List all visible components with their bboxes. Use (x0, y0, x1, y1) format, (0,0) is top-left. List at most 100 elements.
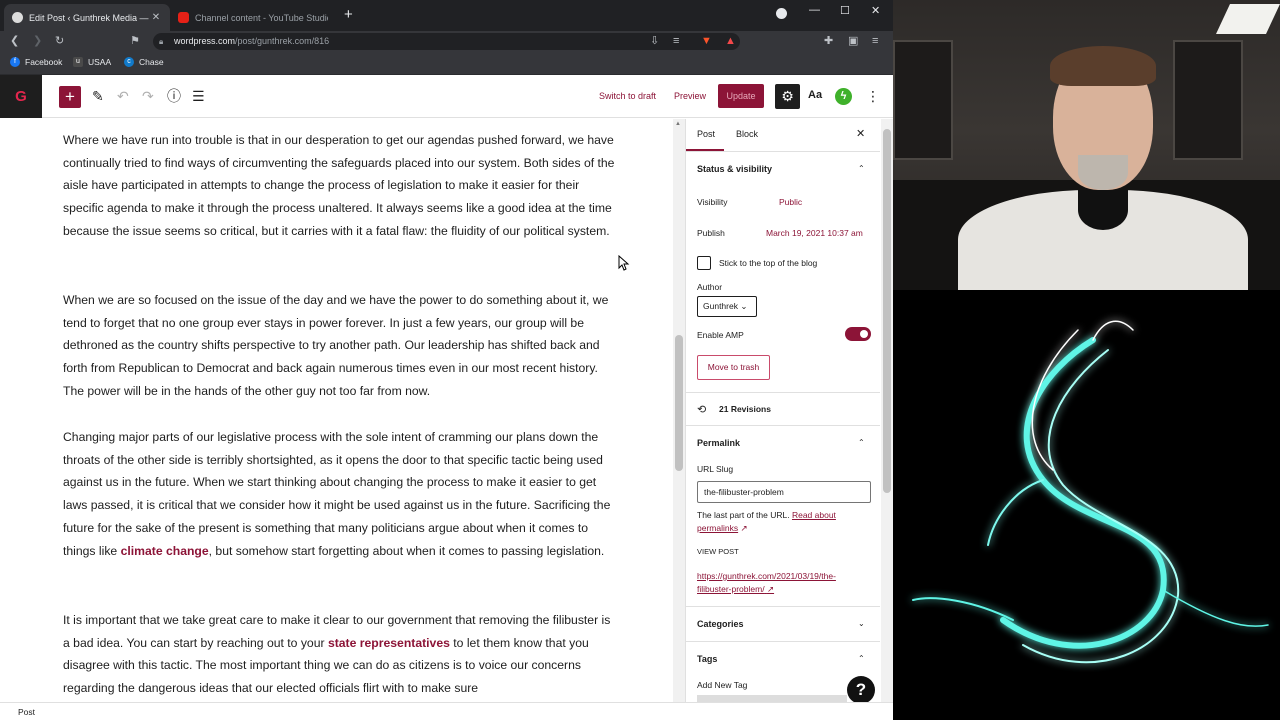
bookmark-chase[interactable]: c Chase (124, 57, 164, 67)
view-post-link[interactable]: https://gunthrek.com/2021/03/19/the-fili… (697, 570, 867, 596)
info-icon[interactable]: ⓘ (167, 87, 181, 105)
add-tag-input[interactable] (697, 695, 847, 702)
chevron-up-icon[interactable]: ⌃ (858, 654, 865, 663)
scrollbar-thumb[interactable] (883, 129, 891, 493)
visibility-value[interactable]: Public (779, 197, 802, 207)
tab-bar: Edit Post ‹ Gunthrek Media — W ✕ Channel… (0, 0, 893, 31)
categories-heading[interactable]: Categories (697, 619, 744, 629)
switch-to-draft-button[interactable]: Switch to draft (599, 91, 656, 101)
bookmark-usaa[interactable]: u USAA (73, 57, 111, 67)
permalink-heading[interactable]: Permalink (697, 438, 740, 448)
preview-button[interactable]: Preview (674, 91, 706, 101)
profile-icon[interactable] (776, 8, 787, 19)
brave-rewards-icon[interactable]: ▲ (725, 34, 736, 48)
breadcrumb-post[interactable]: Post (18, 707, 35, 717)
content-scrollbar[interactable]: ▲ (673, 119, 685, 702)
sidebar-tabs: Post Block ✕ (686, 119, 880, 152)
visibility-label: Visibility (697, 197, 728, 207)
sidebar-scrollbar[interactable] (881, 119, 893, 702)
author-select[interactable]: Gunthrek ⌄ (697, 296, 757, 317)
chevron-down-icon[interactable]: ⌄ (858, 619, 865, 628)
revisions-link[interactable]: 21 Revisions (719, 404, 771, 414)
glow-s-logo-icon (912, 320, 1269, 664)
bookmark-icon[interactable]: ⚑ (130, 34, 140, 48)
close-tab-icon[interactable]: ✕ (150, 12, 162, 23)
reader-icon[interactable]: ≡ (673, 34, 679, 48)
forward-icon[interactable]: ❯ (33, 34, 42, 48)
ceiling-light (1216, 4, 1280, 34)
lock-icon: 🔒︎ (159, 37, 164, 46)
url-slug-input[interactable]: the-filibuster-problem (697, 481, 871, 503)
url-host: wordpress.com (174, 36, 236, 46)
typography-button[interactable]: Aa (808, 89, 822, 101)
paragraph-block[interactable]: Changing major parts of our legislative … (63, 426, 615, 562)
chevron-up-icon[interactable]: ⌃ (858, 438, 865, 447)
browser-toolbar: ❮ ❯ ↻ ⚑ 🔒︎ wordpress.com/post/gunthrek.c… (0, 31, 893, 52)
reload-icon[interactable]: ↻ (55, 34, 64, 48)
presenter (938, 40, 1248, 290)
tab-post[interactable]: Post (697, 129, 715, 139)
bookmarks-bar: f Facebook u USAA c Chase (0, 52, 893, 75)
minimize-icon[interactable]: — (809, 4, 820, 16)
outline-icon[interactable]: ☰ (192, 87, 205, 105)
back-icon[interactable]: ❮ (10, 34, 19, 48)
bookmark-facebook[interactable]: f Facebook (10, 57, 62, 67)
active-tab-indicator (686, 149, 724, 151)
status-visibility-heading[interactable]: Status & visibility (697, 164, 772, 174)
external-link-icon: ↗ (740, 523, 748, 533)
move-to-trash-button[interactable]: Move to trash (697, 355, 770, 380)
jetpack-icon[interactable]: ϟ (835, 88, 852, 105)
close-sidebar-icon[interactable]: ✕ (856, 127, 865, 140)
author-label: Author (697, 282, 723, 292)
settings-gear-icon[interactable]: ⚙ (775, 84, 800, 109)
wallet-icon[interactable]: ▣ (848, 34, 858, 48)
mouse-cursor-icon (618, 255, 630, 271)
scroll-up-icon[interactable]: ▲ (675, 121, 681, 127)
close-window-icon[interactable]: ✕ (871, 4, 880, 17)
undo-icon[interactable]: ↶ (117, 87, 129, 105)
url-path: /post/gunthrek.com/816 (235, 36, 330, 46)
brave-shield-icon[interactable]: ▼ (701, 34, 712, 48)
url-slug-label: URL Slug (697, 464, 734, 474)
publish-label: Publish (697, 228, 725, 238)
extensions-icon[interactable]: ✚ (824, 34, 833, 48)
paragraph-block[interactable]: It is important that we take great care … (63, 609, 615, 700)
divider (686, 641, 880, 642)
paragraph-block[interactable]: Where we have run into trouble is that i… (63, 129, 615, 243)
menu-icon[interactable]: ≡ (872, 34, 878, 48)
add-block-button[interactable]: + (59, 86, 81, 108)
edit-pencil-icon[interactable]: ✎ (92, 87, 104, 105)
tags-heading[interactable]: Tags (697, 654, 717, 664)
chase-icon: c (124, 57, 134, 67)
install-icon[interactable]: ⇩ (650, 34, 659, 48)
add-tag-label: Add New Tag (697, 680, 748, 690)
view-post-label: VIEW POST (697, 547, 739, 556)
maximize-icon[interactable]: ☐ (840, 4, 850, 17)
chevron-up-icon[interactable]: ⌃ (858, 164, 865, 173)
permalink-help: The last part of the URL. Read about per… (697, 509, 867, 535)
post-content[interactable]: Where we have run into trouble is that i… (0, 119, 672, 702)
block-breadcrumb-bar: Post (0, 702, 893, 720)
state-representatives-link[interactable]: state representatives (328, 636, 450, 650)
scrollbar-thumb[interactable] (675, 335, 683, 471)
new-tab-button[interactable]: + (344, 7, 353, 23)
paragraph-block[interactable]: When we are so focused on the issue of t… (63, 289, 615, 403)
tab-block[interactable]: Block (736, 129, 758, 139)
update-button[interactable]: Update (718, 84, 764, 108)
publish-date[interactable]: March 19, 2021 10:37 am (766, 228, 863, 238)
paragraph-text: Changing major parts of our legislative … (63, 430, 611, 558)
sticky-checkbox[interactable] (697, 256, 711, 270)
external-link-icon: ↗ (766, 584, 775, 594)
climate-change-link[interactable]: climate change (121, 544, 209, 558)
chevron-down-icon: ⌄ (740, 301, 748, 311)
tab-edit-post[interactable]: Edit Post ‹ Gunthrek Media — W ✕ (4, 4, 170, 31)
divider (686, 606, 880, 607)
amp-toggle[interactable] (845, 327, 871, 341)
site-logo[interactable]: G (0, 75, 42, 118)
more-options-icon[interactable]: ⋮ (866, 87, 880, 105)
tab-youtube-studio[interactable]: Channel content - YouTube Studio (170, 4, 336, 31)
help-button[interactable]: ? (847, 676, 875, 704)
redo-icon[interactable]: ↷ (142, 87, 154, 105)
wordpress-favicon-icon (12, 12, 23, 23)
paragraph-text: , but somehow start forgetting about whe… (208, 543, 605, 558)
